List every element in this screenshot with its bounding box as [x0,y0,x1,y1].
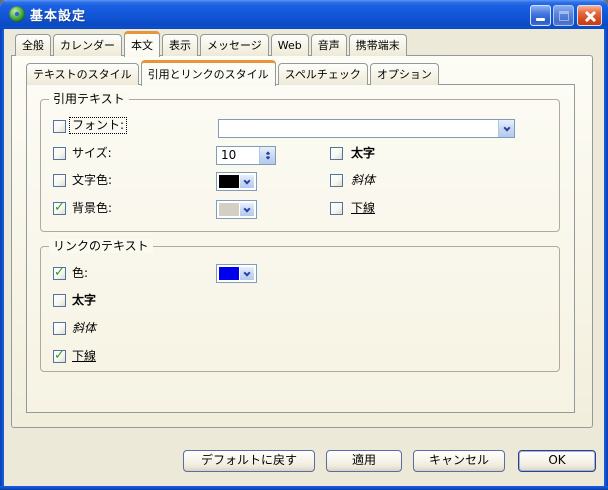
tab-message[interactable]: メッセージ [200,34,269,56]
font-checkbox[interactable] [53,120,66,133]
font-combobox[interactable] [218,119,515,138]
tab-body-text[interactable]: 本文 [124,31,160,57]
maximize-icon [559,11,569,21]
tab-web[interactable]: Web [271,34,309,56]
chevron-down-icon [243,177,250,184]
chevron-down-icon [243,205,250,212]
bg-color-label[interactable]: 背景色: [72,201,112,216]
link-italic-checkbox[interactable] [53,322,66,335]
titlebar[interactable]: 基本設定 [0,0,608,29]
apply-button[interactable]: 適用 [326,450,402,472]
text-color-checkbox[interactable] [53,174,66,187]
text-color-swatch [219,175,239,188]
bg-color-dropdown[interactable] [216,200,257,219]
link-text-group: リンクのテキスト [40,246,560,372]
link-color-dropdown-button[interactable] [240,267,254,280]
reset-defaults-button[interactable]: デフォルトに戻す [183,450,315,472]
size-spinner-buttons [259,147,275,164]
quote-underline-checkbox[interactable] [330,202,343,215]
main-tab-strip: 全般 カレンダー 本文 表示 メッセージ Web 音声 携帯端末 [15,29,407,55]
link-italic-label[interactable]: 斜体 [72,321,96,336]
tab-general[interactable]: 全般 [15,34,51,56]
subtab-text-style[interactable]: テキストのスタイル [26,63,139,85]
link-color-checkbox[interactable]: ✓ [53,267,66,280]
window-title: 基本設定 [30,5,86,24]
text-color-dropdown[interactable] [216,172,257,191]
link-underline-checkbox[interactable]: ✓ [53,350,66,363]
size-spinner-value: 10 [221,148,236,163]
cancel-button[interactable]: キャンセル [413,450,505,472]
tab-calendar[interactable]: カレンダー [53,34,122,56]
check-icon: ✓ [54,348,65,363]
link-bold-label[interactable]: 太字 [72,293,96,308]
font-dropdown-button[interactable] [498,120,514,137]
quote-bold-checkbox[interactable] [330,147,343,160]
size-label[interactable]: サイズ: [72,146,112,161]
tab-display[interactable]: 表示 [162,34,198,56]
app-icon [9,6,25,22]
minimize-icon [536,18,545,21]
window-frame-bottom [0,486,608,490]
check-icon: ✓ [54,200,65,215]
close-button[interactable] [577,5,602,26]
sub-tab-strip: テキストのスタイル 引用とリンクのスタイル スペルチェック オプション [26,58,439,84]
subtab-quote-link-style[interactable]: 引用とリンクのスタイル [141,60,276,86]
window-frame-right [604,29,608,490]
text-color-label[interactable]: 文字色: [72,173,112,188]
minimize-button[interactable] [530,5,551,26]
link-color-label[interactable]: 色: [72,266,88,281]
spinner-down-button[interactable] [260,156,275,165]
font-label[interactable]: フォント: [70,118,126,133]
quote-bold-label[interactable]: 太字 [351,146,375,161]
quote-underline-label[interactable]: 下線 [351,201,375,216]
quote-italic-checkbox[interactable] [330,174,343,187]
quote-italic-label[interactable]: 斜体 [351,173,375,188]
link-underline-label[interactable]: 下線 [72,349,96,364]
check-icon: ✓ [54,265,65,280]
link-bold-checkbox[interactable] [53,294,66,307]
ok-button[interactable]: OK [518,450,596,472]
tab-audio[interactable]: 音声 [311,34,347,56]
size-spinner[interactable]: 10 [216,146,276,165]
subtab-options[interactable]: オプション [370,63,439,85]
bg-color-checkbox[interactable]: ✓ [53,202,66,215]
size-checkbox[interactable] [53,147,66,160]
chevron-down-icon [265,155,269,159]
chevron-down-icon [243,269,250,276]
tab-mobile[interactable]: 携帯端末 [349,34,407,56]
link-color-swatch [219,267,239,280]
chevron-down-icon [503,124,510,131]
preferences-dialog: 基本設定 全般 カレンダー 本文 表示 メッセージ Web 音声 携帯端末 テキ… [0,0,608,490]
link-color-dropdown[interactable] [216,264,257,283]
bg-color-swatch [219,203,239,216]
quote-text-group-title: 引用テキスト [49,92,129,106]
maximize-button [553,5,574,26]
text-color-dropdown-button[interactable] [240,175,254,188]
bg-color-dropdown-button[interactable] [240,203,254,216]
window-frame-left [0,29,4,490]
link-text-group-title: リンクのテキスト [49,239,153,253]
subtab-spellcheck[interactable]: スペルチェック [278,63,368,85]
